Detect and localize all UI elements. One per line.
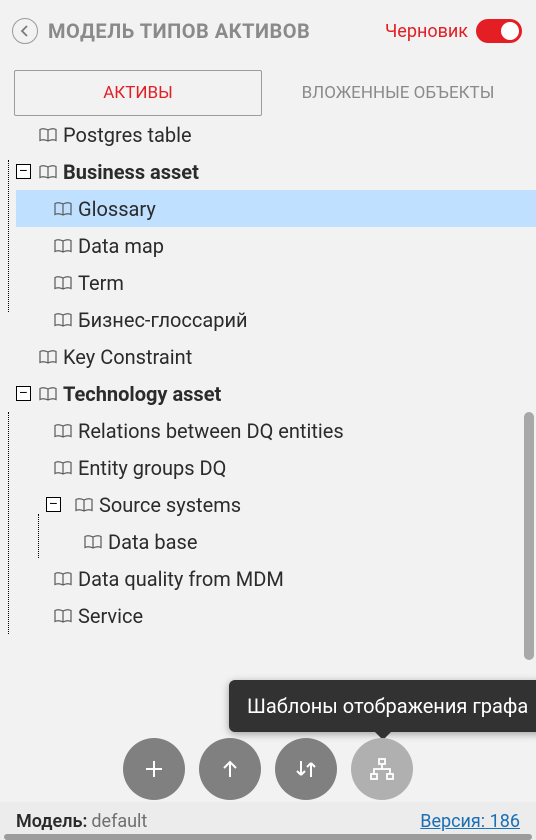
expand-toggle[interactable]: − xyxy=(46,497,61,512)
draft-toggle-group: Черновик xyxy=(385,19,522,43)
book-icon xyxy=(54,313,72,327)
tree-node[interactable]: Key Constraint xyxy=(16,338,536,375)
book-icon xyxy=(54,461,72,475)
book-icon xyxy=(84,535,102,549)
draft-label: Черновик xyxy=(385,21,468,42)
upload-button[interactable] xyxy=(199,738,261,800)
vertical-scrollbar-track[interactable] xyxy=(524,128,534,788)
fab-row xyxy=(0,738,536,800)
book-icon xyxy=(54,609,72,623)
book-icon xyxy=(39,128,57,142)
tree-node-label: Technology asset xyxy=(63,382,221,406)
book-icon xyxy=(54,572,72,586)
tree-node[interactable]: Data base xyxy=(16,523,536,560)
tree-node[interactable]: Data quality from MDM xyxy=(16,560,536,597)
expand-toggle[interactable]: − xyxy=(16,386,31,401)
tree-node-label: Entity groups DQ xyxy=(78,456,226,480)
footer: Модель: default Версия: 186 xyxy=(0,802,536,840)
version-link[interactable]: Версия: 186 xyxy=(420,811,520,832)
graph-templates-button[interactable] xyxy=(351,738,413,800)
arrow-up-icon xyxy=(218,757,242,781)
tab-assets[interactable]: АКТИВЫ xyxy=(14,70,262,116)
add-button[interactable] xyxy=(123,738,185,800)
tree-node[interactable]: Бизнес-глоссарий xyxy=(16,301,536,338)
book-icon xyxy=(54,424,72,438)
tree-node[interactable]: Term xyxy=(16,264,536,301)
tree-node-label: Service xyxy=(78,604,143,628)
plus-icon xyxy=(142,757,166,781)
tree-node[interactable]: Entity groups DQ xyxy=(16,449,536,486)
book-icon xyxy=(54,276,72,290)
app-root: МОДЕЛЬ ТИПОВ АКТИВОВ Черновик АКТИВЫ ВЛО… xyxy=(0,0,536,840)
tree-node-label: Postgres table xyxy=(63,123,192,147)
toggle-knob xyxy=(501,22,519,40)
tree-node[interactable]: Service xyxy=(16,597,536,634)
tree-node-label: Key Constraint xyxy=(63,345,192,369)
book-icon xyxy=(75,498,93,512)
tree-node-label: Term xyxy=(78,271,124,295)
tree-node[interactable]: Postgres table xyxy=(16,116,536,153)
swap-icon xyxy=(293,757,319,781)
vertical-scrollbar-thumb[interactable] xyxy=(524,412,534,660)
hierarchy-icon xyxy=(369,757,395,781)
tab-nested-objects[interactable]: ВЛОЖЕННЫЕ ОБЪЕКТЫ xyxy=(274,70,522,116)
model-value: default xyxy=(91,811,147,832)
swap-button[interactable] xyxy=(275,738,337,800)
tooltip: Шаблоны отображения графа xyxy=(229,680,536,732)
tree-node[interactable]: Data map xyxy=(16,227,536,264)
tree-node[interactable]: − Technology asset xyxy=(16,375,536,412)
tree-node[interactable]: − Source systems xyxy=(16,486,536,523)
book-icon xyxy=(39,387,57,401)
expand-toggle[interactable]: − xyxy=(16,164,31,179)
chevron-left-icon xyxy=(19,25,31,37)
tree-node-label: Glossary xyxy=(78,197,156,221)
tree-node[interactable]: − Business asset xyxy=(16,153,536,190)
draft-toggle[interactable] xyxy=(476,19,522,43)
tree-node-label: Relations between DQ entities xyxy=(78,419,344,443)
horizontal-scrollbar[interactable] xyxy=(4,834,532,840)
tree-node-label: Data base xyxy=(108,530,197,554)
tree-node[interactable]: Glossary xyxy=(16,190,536,227)
tree-node-label: Бизнес-глоссарий xyxy=(78,308,248,332)
book-icon xyxy=(54,239,72,253)
tree-node-label: Source systems xyxy=(99,493,241,517)
tree-node-label: Business asset xyxy=(63,160,199,184)
book-icon xyxy=(54,202,72,216)
book-icon xyxy=(39,165,57,179)
header: МОДЕЛЬ ТИПОВ АКТИВОВ Черновик xyxy=(0,0,536,54)
page-title: МОДЕЛЬ ТИПОВ АКТИВОВ xyxy=(48,19,310,43)
model-label: Модель: xyxy=(16,811,87,832)
tree-node-label: Data map xyxy=(78,234,164,258)
tree-node-label: Data quality from MDM xyxy=(78,567,284,591)
tabs: АКТИВЫ ВЛОЖЕННЫЕ ОБЪЕКТЫ xyxy=(0,54,536,116)
tree-node[interactable]: Relations between DQ entities xyxy=(16,412,536,449)
back-button[interactable] xyxy=(12,18,38,44)
book-icon xyxy=(39,350,57,364)
